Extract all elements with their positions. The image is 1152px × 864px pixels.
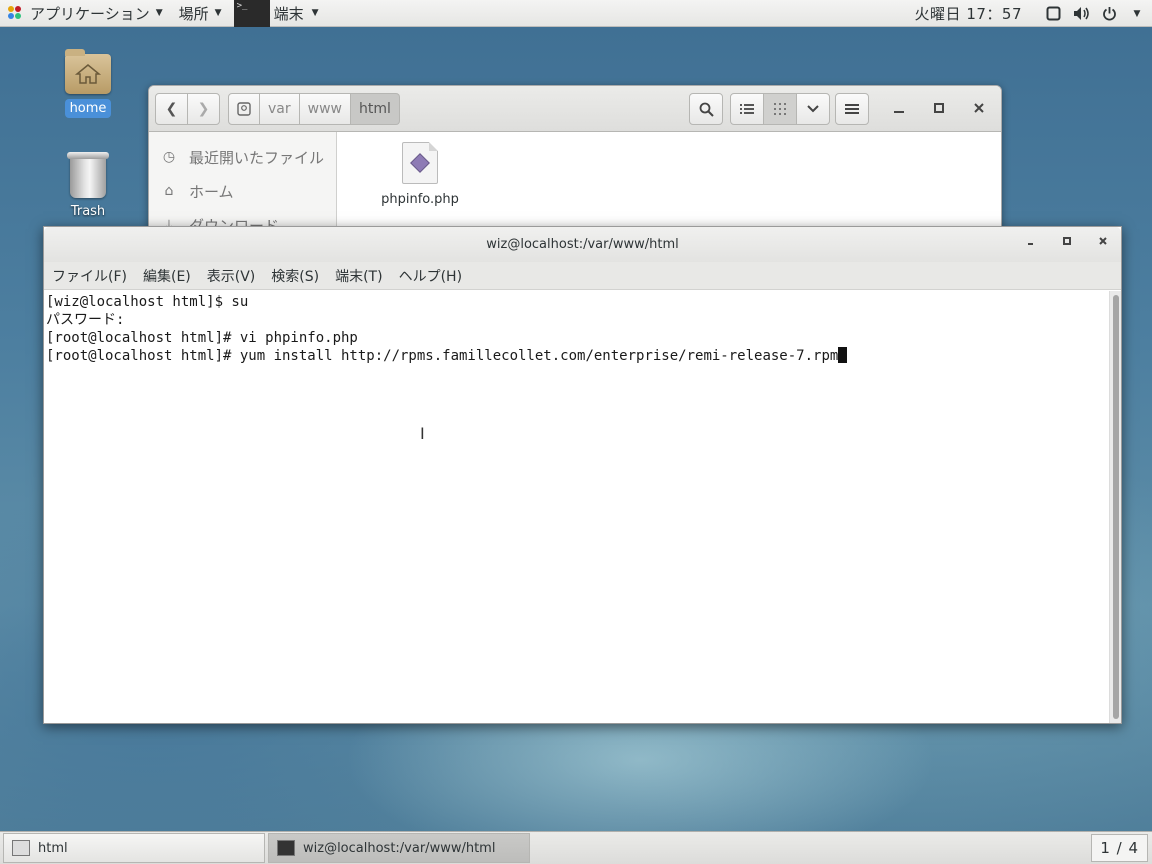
home-label: home [64, 99, 112, 118]
chevron-right-icon: ❯ [197, 101, 210, 117]
top-bar: アプリケーション ▼ 場所 ▼ >_ 端末 ▼ 火曜日 17：57 ▼ [0, 0, 1152, 27]
file-view: phpinfo.php [337, 132, 1001, 229]
places-menu[interactable]: 場所 ▼ [171, 0, 230, 27]
applications-label: アプリケーション [30, 4, 150, 23]
chevron-down-icon[interactable]: ▼ [1128, 5, 1146, 23]
path-root-button[interactable] [228, 93, 260, 125]
file-manager-sidebar: ◷ 最近開いたファイル ⌂ ホーム ⤓ ダウンロード [149, 132, 337, 229]
menu-help[interactable]: ヘルプ(H) [399, 266, 462, 286]
clock-icon: ◷ [162, 149, 176, 165]
maximize-icon [934, 103, 944, 113]
sidebar-item-label: 最近開いたファイル [189, 148, 325, 167]
desktop-home-icon[interactable]: home [58, 49, 118, 118]
php-file-icon [402, 142, 438, 184]
terminal-icon [277, 840, 295, 856]
close-button[interactable] [973, 99, 985, 118]
maximize-button[interactable] [1062, 236, 1072, 249]
search-button[interactable] [689, 93, 723, 125]
hamburger-icon [845, 104, 859, 114]
home-icon: ⌂ [164, 183, 174, 199]
chevron-down-icon [807, 105, 819, 113]
search-icon [699, 102, 714, 117]
menu-terminal[interactable]: 端末(T) [335, 266, 382, 286]
applications-menu[interactable]: アプリケーション ▼ [0, 0, 171, 27]
minimize-button[interactable] [893, 99, 905, 118]
forward-button[interactable]: ❯ [187, 93, 220, 125]
view-options-button[interactable] [796, 93, 830, 125]
sidebar-item-home[interactable]: ⌂ ホーム [149, 174, 336, 208]
path-crumb-var[interactable]: var [260, 93, 300, 125]
sidebar-item-label: ホーム [189, 182, 234, 201]
minimize-button[interactable] [1026, 236, 1036, 249]
clock[interactable]: 火曜日 17：57 [915, 3, 1022, 24]
list-view-icon [740, 104, 754, 114]
close-button[interactable] [1098, 236, 1108, 249]
screen-icon[interactable] [1044, 5, 1062, 23]
terminal-window: wiz@localhost:/var/www/html ファイル(F) 編集(E… [43, 226, 1122, 724]
task-label: html [38, 840, 68, 856]
close-icon [974, 103, 984, 113]
minimize-icon [894, 111, 904, 113]
chevron-down-icon: ▼ [311, 8, 319, 18]
terminal-line: [root@localhost html]# vi phpinfo.php [46, 330, 358, 346]
ibeam-cursor-icon: I [420, 424, 425, 443]
maximize-icon [1063, 237, 1071, 245]
trash-label: Trash [70, 204, 106, 219]
places-label: 場所 [178, 4, 209, 23]
task-file-manager[interactable]: html [3, 833, 265, 863]
terminal-title: wiz@localhost:/var/www/html [486, 237, 679, 252]
maximize-button[interactable] [933, 99, 945, 118]
back-button[interactable]: ❮ [155, 93, 188, 125]
file-item[interactable]: phpinfo.php [377, 142, 463, 207]
grid-view-button[interactable] [763, 93, 797, 125]
path-crumb-html[interactable]: html [350, 93, 400, 125]
terminal-command: [root@localhost html]# yum install http:… [46, 348, 839, 364]
volume-icon[interactable] [1072, 5, 1090, 23]
workspace-switcher[interactable]: 1 / 4 [1091, 834, 1148, 862]
task-terminal[interactable]: wiz@localhost:/var/www/html [268, 833, 530, 863]
task-label: wiz@localhost:/var/www/html [303, 840, 496, 856]
menu-file[interactable]: ファイル(F) [52, 266, 127, 286]
terminal-scrollbar[interactable] [1109, 291, 1121, 723]
close-icon [1099, 237, 1107, 245]
terminal-app-menu[interactable]: >_ 端末 ▼ [233, 0, 327, 27]
list-view-button[interactable] [730, 93, 764, 125]
grid-view-icon [774, 103, 786, 115]
home-folder-icon [65, 49, 111, 94]
file-manager-header: ❮ ❯ var www html [149, 86, 1001, 132]
terminal-line-current: [root@localhost html]# yum install http:… [46, 347, 1109, 365]
file-manager-window: ❮ ❯ var www html ◷ 最近開いたファイル ⌂ ホーム ⤓ ダウン… [148, 85, 1002, 230]
terminal-menubar: ファイル(F) 編集(E) 表示(V) 検索(S) 端末(T) ヘルプ(H) [44, 262, 1121, 290]
terminal-line: [wiz@localhost html]$ su [46, 294, 249, 310]
window-list-bar: html wiz@localhost:/var/www/html 1 / 4 [0, 831, 1152, 864]
menu-button[interactable] [835, 93, 869, 125]
menu-edit[interactable]: 編集(E) [143, 266, 191, 286]
drive-icon [237, 102, 251, 116]
terminal-line: パスワード: [46, 312, 125, 328]
sidebar-item-recent[interactable]: ◷ 最近開いたファイル [149, 140, 336, 174]
desktop-trash-icon[interactable]: Trash [58, 152, 118, 219]
menu-search[interactable]: 検索(S) [271, 266, 319, 286]
scrollbar-thumb[interactable] [1113, 295, 1119, 719]
terminal-app-label: 端末 [273, 4, 304, 23]
terminal-output[interactable]: [wiz@localhost html]$ su パスワード: [root@lo… [44, 291, 1109, 723]
menu-view[interactable]: 表示(V) [207, 266, 256, 286]
path-bar: var www html [228, 93, 400, 125]
path-crumb-www[interactable]: www [299, 93, 351, 125]
gnome-apps-icon [8, 6, 22, 20]
minimize-icon [1028, 243, 1033, 245]
terminal-titlebar[interactable]: wiz@localhost:/var/www/html [44, 227, 1121, 262]
power-icon[interactable] [1100, 5, 1118, 23]
chevron-down-icon: ▼ [155, 8, 163, 18]
file-name: phpinfo.php [381, 192, 459, 207]
chevron-left-icon: ❮ [165, 101, 178, 117]
file-manager-icon [12, 840, 30, 856]
terminal-icon: >_ [233, 0, 270, 27]
text-cursor [838, 347, 848, 363]
trash-icon [67, 152, 109, 198]
chevron-down-icon: ▼ [214, 8, 222, 18]
